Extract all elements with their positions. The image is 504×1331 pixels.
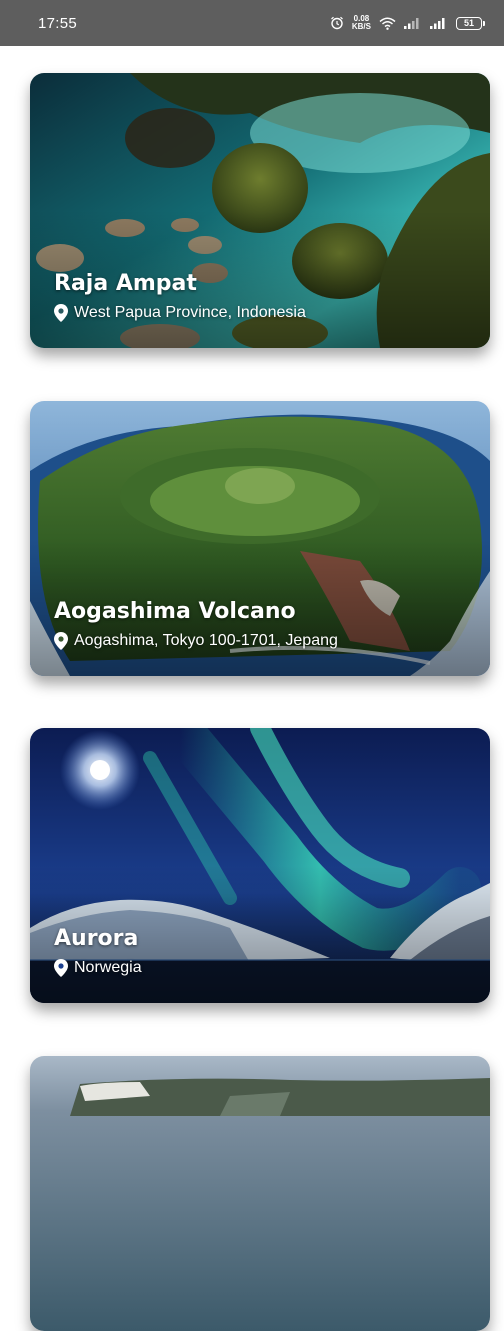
status-icons: 0.08 KB/S 51 — [330, 15, 485, 31]
place-location: Norwegia — [54, 959, 142, 977]
status-time: 17:55 — [38, 14, 78, 32]
wifi-icon — [379, 17, 396, 30]
coastline-image — [30, 1056, 490, 1331]
location-pin-icon — [54, 632, 68, 650]
place-card-partial[interactable] — [30, 1056, 490, 1331]
place-card-aogashima-volcano[interactable]: Aogashima Volcano Aogashima, Tokyo 100-1… — [30, 401, 490, 676]
location-pin-icon — [54, 959, 68, 977]
place-title: Raja Ampat — [54, 271, 197, 296]
place-location: Aogashima, Tokyo 100-1701, Jepang — [54, 632, 338, 650]
place-title: Aogashima Volcano — [54, 599, 296, 624]
place-card-raja-ampat[interactable]: Raja Ampat West Papua Province, Indonesi… — [30, 73, 490, 348]
place-title: Aurora — [54, 926, 139, 951]
card-text: Aurora Norwegia — [54, 925, 142, 977]
place-location-text: Aogashima, Tokyo 100-1701, Jepang — [74, 632, 338, 649]
signal-icon-2 — [430, 17, 448, 29]
location-pin-icon — [54, 304, 68, 322]
alarm-icon — [330, 16, 344, 30]
status-bar: 17:55 0.08 KB/S 51 — [0, 0, 504, 46]
place-location: West Papua Province, Indonesia — [54, 304, 306, 322]
network-speed-unit: KB/S — [351, 22, 371, 31]
place-location-text: Norwegia — [74, 959, 142, 976]
place-card-aurora[interactable]: Aurora Norwegia — [30, 728, 490, 1003]
network-speed: 0.08 KB/S — [352, 15, 371, 31]
card-text: Raja Ampat West Papua Province, Indonesi… — [54, 270, 306, 322]
card-text: Aogashima Volcano Aogashima, Tokyo 100-1… — [54, 598, 338, 650]
signal-icon — [404, 17, 422, 29]
place-location-text: West Papua Province, Indonesia — [74, 304, 306, 321]
battery-indicator: 51 — [456, 16, 485, 30]
